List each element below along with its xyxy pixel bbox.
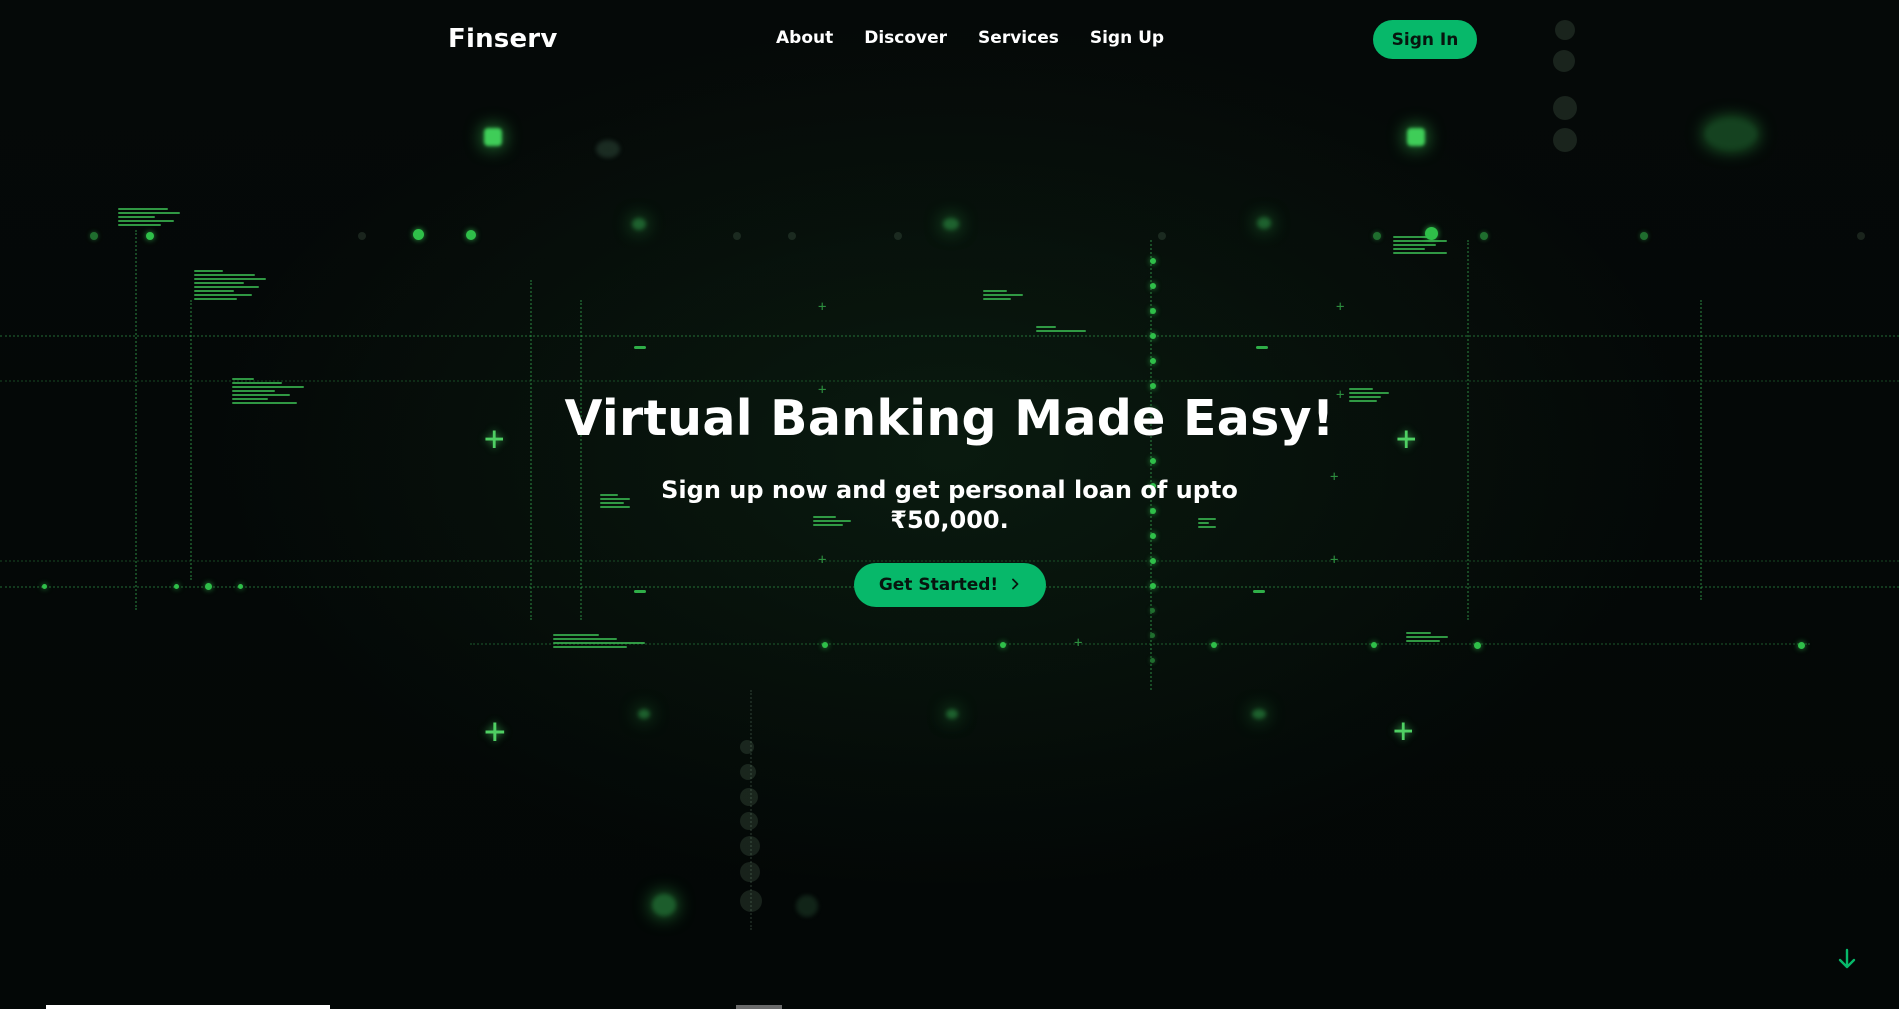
- sign-in-button[interactable]: Sign In: [1373, 20, 1477, 59]
- hero-subtitle-line-1: Sign up now and get personal loan of upt…: [661, 476, 1238, 504]
- top-navbar: Finserv About Discover Services Sign Up …: [0, 0, 1899, 80]
- hero-subtitle-line-2: ₹50,000.: [890, 506, 1009, 534]
- hero-title: Virtual Banking Made Easy!: [564, 390, 1335, 447]
- main-nav: About Discover Services Sign Up: [776, 28, 1164, 48]
- hero-section: Virtual Banking Made Easy! Sign up now a…: [0, 390, 1899, 607]
- nav-link-discover[interactable]: Discover: [864, 28, 947, 48]
- nav-link-services[interactable]: Services: [978, 28, 1059, 48]
- hero-subtitle: Sign up now and get personal loan of upt…: [660, 475, 1240, 535]
- video-progress-bar[interactable]: [46, 1005, 1854, 1009]
- nav-link-sign-up[interactable]: Sign Up: [1090, 28, 1164, 48]
- brand-logo[interactable]: Finserv: [448, 24, 557, 54]
- arrow-down-icon[interactable]: [1835, 947, 1859, 971]
- nav-link-about[interactable]: About: [776, 28, 833, 48]
- get-started-label: Get Started!: [878, 575, 999, 595]
- landing-page: + + + + + + + + + + + + Finserv About Di…: [0, 0, 1899, 1009]
- video-buffer-marker: [736, 1005, 782, 1009]
- chevron-right-icon: [1010, 576, 1020, 594]
- video-progress-fill: [46, 1005, 330, 1009]
- get-started-button[interactable]: Get Started!: [853, 563, 1046, 607]
